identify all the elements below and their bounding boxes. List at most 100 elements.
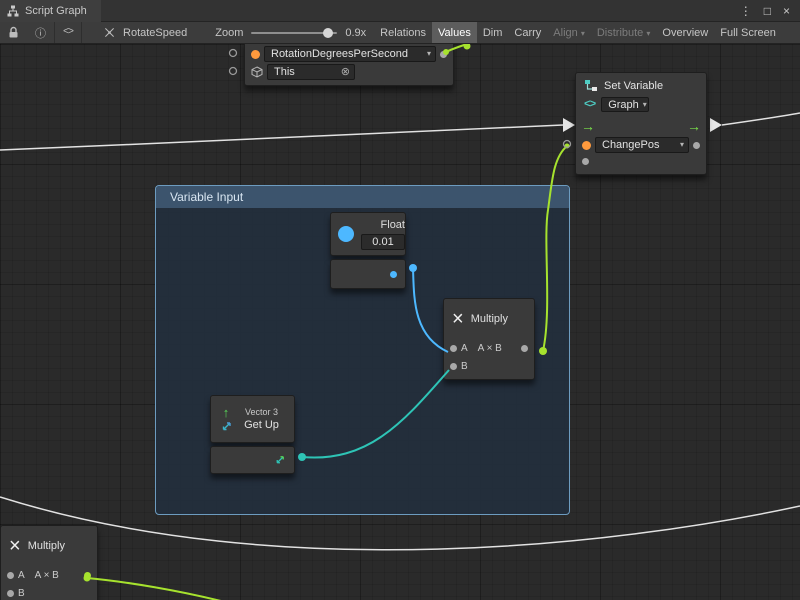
changepos-row: ChangePos ▾ bbox=[576, 136, 706, 154]
float-value-input[interactable]: 0.01 bbox=[361, 234, 405, 250]
multiply-icon: × bbox=[9, 536, 21, 556]
fullscreen-button[interactable]: Full Screen bbox=[714, 22, 782, 44]
toolbar-divider bbox=[81, 22, 82, 44]
port-row-b: B bbox=[1, 584, 97, 600]
distribute-dropdown-button[interactable]: Distribute ▾ bbox=[591, 22, 657, 44]
vector3-output-port-icon[interactable] bbox=[274, 454, 286, 466]
input-port-b[interactable] bbox=[450, 363, 457, 370]
flow-in-arrow-icon[interactable]: → bbox=[581, 119, 595, 133]
window-menu-icon[interactable]: ⋮ bbox=[740, 4, 752, 18]
input-port-b[interactable] bbox=[7, 590, 14, 597]
float-type-icon bbox=[338, 226, 354, 242]
zoom-value: 0.9x bbox=[345, 27, 374, 39]
variable-name-dropdown[interactable]: RotationDegreesPerSecond ▾ bbox=[264, 46, 436, 62]
port-b-label: B bbox=[18, 588, 25, 599]
align-dropdown-button[interactable]: Align ▾ bbox=[547, 22, 591, 44]
carry-button[interactable]: Carry bbox=[508, 22, 547, 44]
cube-icon bbox=[251, 66, 263, 78]
port-row-a: A A × B bbox=[444, 339, 534, 357]
input-port[interactable] bbox=[582, 158, 589, 165]
graph-name-label: RotateSpeed bbox=[123, 27, 193, 39]
node-header: Set Variable <> Graph ▾ bbox=[576, 73, 706, 116]
tab-title: Script Graph bbox=[25, 5, 87, 17]
chevron-down-icon: ▾ bbox=[427, 50, 431, 58]
group-header[interactable]: Variable Input bbox=[156, 186, 569, 208]
script-graph-tab[interactable]: Script Graph bbox=[0, 0, 101, 22]
distribute-label: Distribute bbox=[597, 27, 643, 39]
node-title: Set Variable bbox=[604, 80, 663, 92]
align-label: Align bbox=[553, 27, 577, 39]
port-row-a: A A × B bbox=[1, 566, 97, 584]
zoom-slider-handle[interactable] bbox=[323, 28, 333, 38]
node-title: Multiply bbox=[28, 540, 65, 552]
port-row-b: B bbox=[444, 357, 534, 375]
result-label: A × B bbox=[35, 570, 59, 581]
float-type-label: Float bbox=[381, 219, 405, 231]
node-title: Get Up bbox=[244, 419, 279, 431]
overview-button[interactable]: Overview bbox=[656, 22, 714, 44]
flow-row: → → bbox=[576, 116, 706, 136]
variable-scope-dropdown[interactable]: Graph ▾ bbox=[601, 97, 649, 112]
variable-name-row: RotationDegreesPerSecond ▾ bbox=[245, 45, 453, 63]
set-variable-name-dropdown[interactable]: ChangePos ▾ bbox=[595, 137, 689, 153]
up-arrow-icon: ↑ bbox=[223, 406, 230, 419]
code-view-icon[interactable]: <> bbox=[55, 27, 81, 38]
vector3-axes-icon bbox=[220, 420, 233, 433]
chevron-down-icon: ▾ bbox=[643, 101, 647, 109]
port-a-label: A bbox=[18, 570, 25, 581]
window-restore-icon[interactable]: □ bbox=[764, 4, 771, 18]
window-titlebar: Script Graph ⋮ □ × bbox=[0, 0, 800, 22]
script-graph-icon bbox=[7, 5, 19, 17]
scope-label: Graph bbox=[608, 99, 639, 111]
get-up-node[interactable]: ↑ Vector 3 Get Up bbox=[210, 395, 295, 443]
window-close-icon[interactable]: × bbox=[783, 4, 790, 18]
group-title: Variable Input bbox=[170, 190, 243, 204]
multiply-node[interactable]: × Multiply A A × B B bbox=[443, 298, 535, 380]
multiply-node-bottom[interactable]: × Multiply A A × B B bbox=[0, 525, 98, 600]
lock-icon[interactable] bbox=[0, 26, 27, 39]
output-port[interactable] bbox=[693, 142, 700, 149]
port-b-label: B bbox=[461, 361, 468, 372]
target-object-field[interactable]: This ⊗ bbox=[267, 64, 355, 80]
result-label: A × B bbox=[478, 343, 502, 354]
values-button[interactable]: Values bbox=[432, 22, 477, 44]
input-port-a[interactable] bbox=[7, 572, 14, 579]
chevron-down-icon: ▾ bbox=[581, 29, 585, 38]
variable-name: ChangePos bbox=[602, 139, 660, 151]
multiply-icon: × bbox=[452, 309, 464, 329]
input-port-a[interactable] bbox=[450, 345, 457, 352]
get-up-output-section[interactable] bbox=[210, 446, 295, 474]
info-icon[interactable]: ⓘ bbox=[27, 25, 54, 41]
variable-type-dot bbox=[251, 50, 260, 59]
float-value: 0.01 bbox=[372, 236, 393, 248]
unity-script-graph-window: Variable Input RotationDegreesPerSecon bbox=[0, 0, 800, 600]
node-title: Multiply bbox=[471, 313, 508, 325]
output-port[interactable] bbox=[521, 345, 528, 352]
float-node-output-section[interactable] bbox=[330, 259, 406, 289]
variable-type-dot bbox=[582, 141, 591, 150]
set-variable-node[interactable]: Set Variable <> Graph ▾ → → ChangePos ▾ bbox=[575, 72, 707, 175]
output-port[interactable] bbox=[84, 572, 91, 579]
variable-name: RotationDegreesPerSecond bbox=[271, 48, 408, 60]
zoom-label: Zoom bbox=[215, 27, 243, 39]
code-icon: <> bbox=[584, 99, 595, 111]
relations-button[interactable]: Relations bbox=[374, 22, 432, 44]
object-picker-icon[interactable]: ⊗ bbox=[341, 67, 350, 78]
port-a-label: A bbox=[461, 343, 468, 354]
value-input-row bbox=[576, 154, 706, 168]
graph-toolbar: ⓘ <> RotateSpeed Zoom 0.9x Relations Val… bbox=[0, 22, 800, 44]
graph-asset-icon bbox=[96, 27, 123, 38]
target-label: This bbox=[274, 66, 295, 78]
float-output-port[interactable] bbox=[390, 271, 397, 278]
node-header: × Multiply bbox=[444, 299, 534, 339]
zoom-slider[interactable] bbox=[251, 32, 337, 34]
dim-button[interactable]: Dim bbox=[477, 22, 509, 44]
target-row: This ⊗ bbox=[245, 63, 453, 81]
chevron-down-icon: ▾ bbox=[680, 141, 684, 149]
float-node[interactable]: Float 0.01 bbox=[330, 212, 406, 256]
vector3-type-label: Vector 3 bbox=[245, 407, 278, 417]
get-variable-node[interactable]: RotationDegreesPerSecond ▾ This ⊗ bbox=[244, 40, 454, 86]
chevron-down-icon: ▾ bbox=[646, 29, 650, 38]
output-port[interactable] bbox=[440, 51, 447, 58]
flow-out-arrow-icon[interactable]: → bbox=[687, 119, 701, 133]
